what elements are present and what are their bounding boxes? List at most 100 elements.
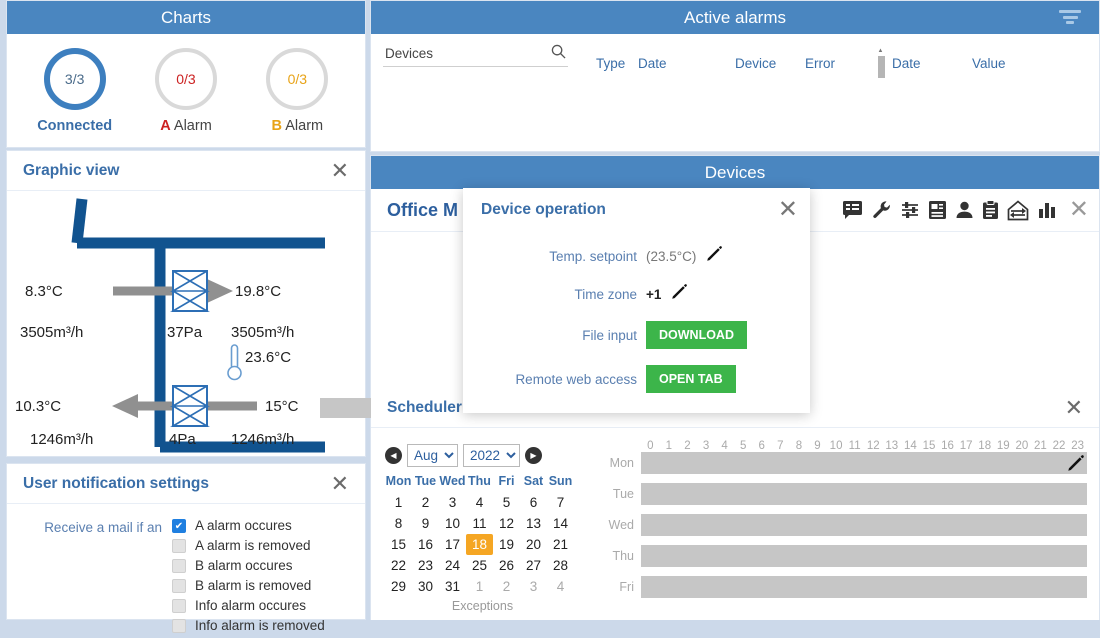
calendar-day[interactable]: 27 xyxy=(520,555,547,576)
sort-handle[interactable] xyxy=(878,48,885,78)
calendar-day[interactable]: 28 xyxy=(547,555,574,576)
document-icon[interactable] xyxy=(928,200,947,220)
search-box[interactable] xyxy=(383,44,568,67)
column-header-date-1[interactable]: Date xyxy=(638,56,735,78)
calendar-day[interactable]: 31 xyxy=(439,576,466,597)
calendar-day[interactable]: 30 xyxy=(412,576,439,597)
close-icon[interactable]: ✕ xyxy=(778,197,798,222)
close-icon[interactable]: ✕ xyxy=(331,472,349,495)
calendar-day[interactable]: 4 xyxy=(466,492,493,513)
calendar-day-selected[interactable]: 18 xyxy=(466,534,493,555)
checkbox-info-alarm-removed[interactable] xyxy=(172,618,186,633)
calendar-day[interactable]: 7 xyxy=(547,492,574,513)
search-icon[interactable] xyxy=(551,44,566,63)
supply-outlet-flow: 3505m³/h xyxy=(231,324,295,341)
donut-label-a-alarm: A Alarm xyxy=(130,118,241,134)
column-header-error[interactable]: Error xyxy=(805,56,878,78)
filter-icon[interactable] xyxy=(1059,10,1081,27)
close-icon[interactable]: ✕ xyxy=(331,159,349,182)
calendar-day[interactable]: 9 xyxy=(412,513,439,534)
hour-14: 14 xyxy=(903,440,917,452)
supply-pressure: 37Pa xyxy=(167,324,203,341)
message-list-icon[interactable] xyxy=(842,200,864,220)
bar-chart-icon[interactable] xyxy=(1037,200,1057,220)
calendar-day[interactable]: 14 xyxy=(547,513,574,534)
calendar-day[interactable]: 16 xyxy=(412,534,439,555)
timeline-bar-thu[interactable] xyxy=(641,545,1087,567)
active-alarms-toolbar: Type Date Device Error Date Value xyxy=(371,34,1099,88)
timeline-day-label: Wed xyxy=(608,518,634,532)
status-donut-connected[interactable]: 3/3 Connected xyxy=(19,47,130,134)
month-select[interactable]: Aug xyxy=(407,444,458,467)
timeline-bar-wed[interactable] xyxy=(641,514,1087,536)
calendar-day[interactable]: 20 xyxy=(520,534,547,555)
timeline-bar-mon[interactable] xyxy=(641,452,1087,474)
calendar-day[interactable]: 2 xyxy=(493,576,520,597)
year-select[interactable]: 2022 xyxy=(463,444,520,467)
calendar-day[interactable]: 11 xyxy=(466,513,493,534)
calendar-exceptions-label[interactable]: Exceptions xyxy=(385,599,580,613)
edit-temp-setpoint-pencil-icon[interactable] xyxy=(706,245,723,267)
calendar-day[interactable]: 2 xyxy=(412,492,439,513)
close-icon[interactable]: ✕ xyxy=(1065,396,1083,419)
list-item[interactable]: B alarm occures xyxy=(172,558,325,573)
sliders-icon[interactable] xyxy=(900,200,920,220)
house-transfer-icon[interactable] xyxy=(1007,199,1029,221)
checkbox-b-alarm-removed[interactable] xyxy=(172,578,186,593)
device-operation-title: Device operation xyxy=(481,200,606,218)
calendar-day[interactable]: 3 xyxy=(520,576,547,597)
column-header-value[interactable]: Value xyxy=(972,56,1006,78)
calendar-day[interactable]: 26 xyxy=(493,555,520,576)
graphic-view-header: Graphic view ✕ xyxy=(7,151,365,191)
calendar-day[interactable]: 19 xyxy=(493,534,520,555)
timeline-bar-tue[interactable] xyxy=(641,483,1087,505)
clipboard-icon[interactable] xyxy=(982,200,999,220)
calendar-day[interactable]: 23 xyxy=(412,555,439,576)
calendar-day[interactable]: 6 xyxy=(520,492,547,513)
next-month-button[interactable]: ▶ xyxy=(525,447,542,464)
hour-22: 22 xyxy=(1052,440,1066,452)
column-header-date-2[interactable]: Date xyxy=(892,56,972,78)
calendar-day[interactable]: 5 xyxy=(493,492,520,513)
download-button[interactable]: DOWNLOAD xyxy=(646,321,747,349)
calendar-day[interactable]: 29 xyxy=(385,576,412,597)
calendar-day[interactable]: 17 xyxy=(439,534,466,555)
status-donut-a-alarm[interactable]: 0/3 A Alarm xyxy=(130,47,241,134)
timeline-bar-fri[interactable] xyxy=(641,576,1087,598)
search-input[interactable] xyxy=(383,44,568,67)
calendar-day[interactable]: 4 xyxy=(547,576,574,597)
edit-schedule-pencil-icon[interactable] xyxy=(1067,454,1085,477)
dow-mon: Mon xyxy=(385,474,412,488)
checkbox-info-alarm-occures[interactable] xyxy=(172,598,186,613)
edit-time-zone-pencil-icon[interactable] xyxy=(671,283,688,305)
calendar-day[interactable]: 3 xyxy=(439,492,466,513)
calendar-day[interactable]: 1 xyxy=(466,576,493,597)
calendar-day[interactable]: 1 xyxy=(385,492,412,513)
checkbox-b-alarm-occures[interactable] xyxy=(172,558,186,573)
timeline-day-label: Fri xyxy=(619,580,634,594)
calendar-day[interactable]: 25 xyxy=(466,555,493,576)
list-item[interactable]: Info alarm is removed xyxy=(172,618,325,633)
list-item[interactable]: ✔ A alarm occures xyxy=(172,518,325,533)
person-icon[interactable] xyxy=(955,200,974,220)
checkbox-a-alarm-occures[interactable]: ✔ xyxy=(172,518,186,533)
close-icon[interactable]: ✕ xyxy=(1069,198,1089,222)
checkbox-a-alarm-removed[interactable] xyxy=(172,538,186,553)
calendar-day[interactable]: 15 xyxy=(385,534,412,555)
calendar-day[interactable]: 13 xyxy=(520,513,547,534)
open-tab-button[interactable]: OPEN TAB xyxy=(646,365,736,393)
status-donut-b-alarm[interactable]: 0/3 B Alarm xyxy=(242,47,353,134)
list-item[interactable]: A alarm is removed xyxy=(172,538,325,553)
prev-month-button[interactable]: ◀ xyxy=(385,447,402,464)
calendar-day[interactable]: 24 xyxy=(439,555,466,576)
calendar-day[interactable]: 21 xyxy=(547,534,574,555)
list-item[interactable]: Info alarm occures xyxy=(172,598,325,613)
calendar-day[interactable]: 12 xyxy=(493,513,520,534)
calendar-day[interactable]: 22 xyxy=(385,555,412,576)
calendar-day[interactable]: 8 xyxy=(385,513,412,534)
list-item[interactable]: B alarm is removed xyxy=(172,578,325,593)
column-header-type[interactable]: Type xyxy=(596,56,638,78)
calendar-day[interactable]: 10 xyxy=(439,513,466,534)
column-header-device[interactable]: Device xyxy=(735,56,805,78)
wrench-icon[interactable] xyxy=(872,200,892,220)
